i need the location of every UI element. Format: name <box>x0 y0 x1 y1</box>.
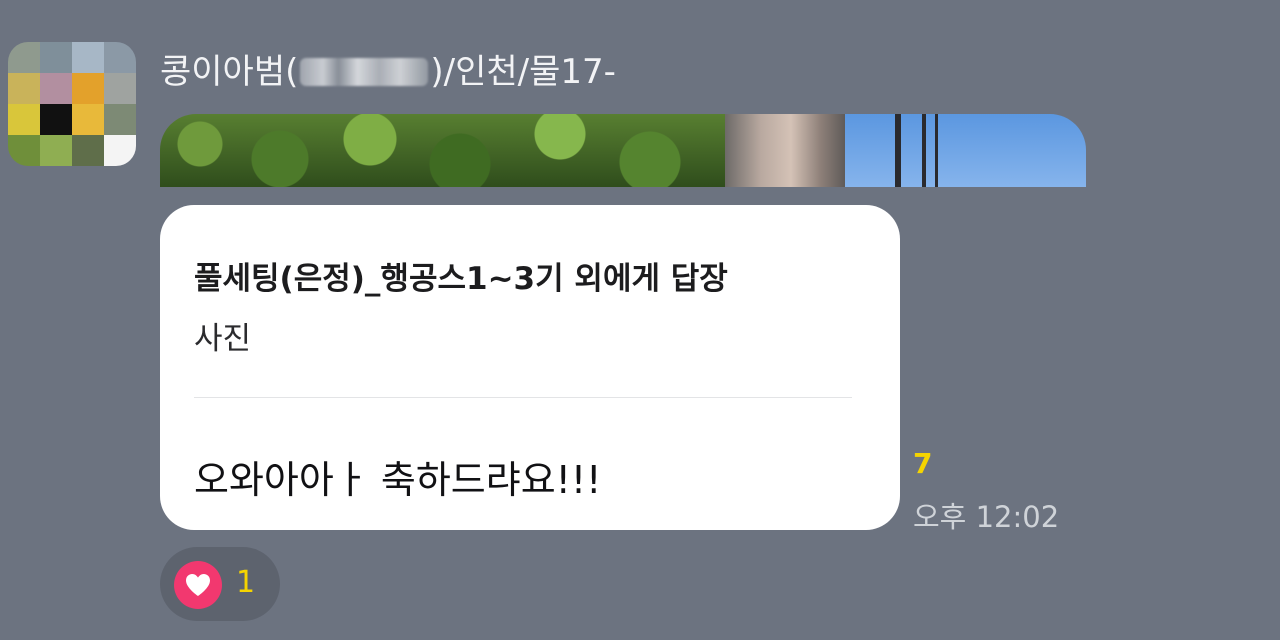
avatar-pixel <box>8 42 40 73</box>
avatar-pixel <box>104 135 136 166</box>
message-text: 오와아아ㅏ 축하드랴요!!! <box>194 458 602 502</box>
heart-icon <box>174 561 222 609</box>
avatar-pixel <box>72 73 104 104</box>
avatar-pixel <box>40 104 72 135</box>
avatar-pixel <box>72 104 104 135</box>
message-time: 오후 12:02 <box>913 500 1060 534</box>
sender-avatar[interactable] <box>8 42 136 166</box>
redacted-name-blur <box>300 58 429 86</box>
avatar-pixel <box>72 135 104 166</box>
reply-target-title[interactable]: 풀세팅(은정)_행공스1~3기 외에게 답장 <box>194 253 728 298</box>
unread-count: 7 <box>913 447 933 480</box>
photo-pole <box>922 114 926 187</box>
heart-icon-shape <box>186 574 210 596</box>
avatar-pixel <box>72 42 104 73</box>
sender-name-suffix: )/인천/물17- <box>430 52 616 92</box>
reaction-heart-pill[interactable]: 1 <box>160 547 280 621</box>
avatar-pixel <box>104 104 136 135</box>
reply-target-preview: 사진 <box>194 321 252 357</box>
reply-divider <box>194 397 852 398</box>
avatar-pixel <box>40 73 72 104</box>
avatar-pixel <box>104 73 136 104</box>
avatar-pixel <box>40 135 72 166</box>
avatar-pixel <box>104 42 136 73</box>
photo-attachment[interactable] <box>160 114 1086 187</box>
photo-sky-region <box>845 114 1086 187</box>
photo-pole <box>935 114 938 187</box>
photo-trees-region <box>160 114 725 187</box>
sender-name-prefix: 콩이아범( <box>160 52 299 92</box>
sender-name[interactable]: 콩이아범( )/인천/물17- <box>160 48 616 96</box>
avatar-pixel <box>8 73 40 104</box>
message-bubble[interactable]: 풀세팅(은정)_행공스1~3기 외에게 답장 사진 오와아아ㅏ 축하드랴요!!! <box>160 205 900 530</box>
reaction-count: 1 <box>236 565 256 600</box>
avatar-pixel <box>8 135 40 166</box>
avatar-pixel <box>8 104 40 135</box>
avatar-pixel <box>40 42 72 73</box>
photo-building-region <box>725 114 845 187</box>
photo-pole <box>895 114 901 187</box>
